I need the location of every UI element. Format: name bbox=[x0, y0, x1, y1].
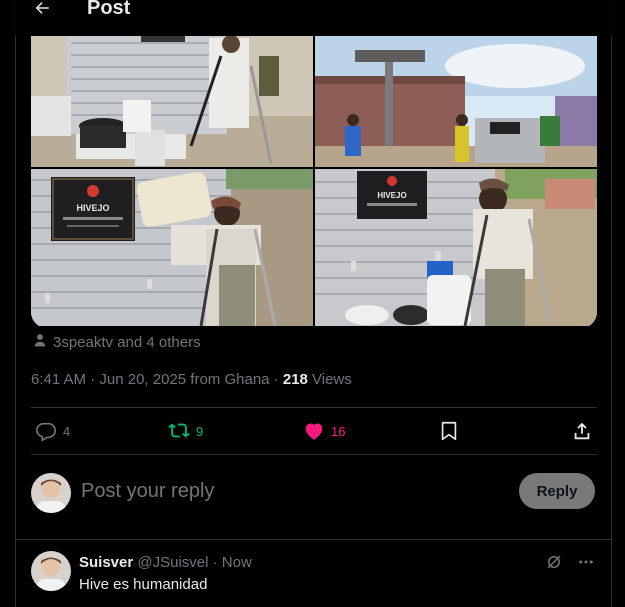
reply-post[interactable]: Suisver @JSuisvel · Now Hive es humanida… bbox=[31, 549, 597, 607]
divider bbox=[31, 454, 597, 455]
reply-author-name[interactable]: Suisver bbox=[79, 554, 133, 571]
photo-1[interactable] bbox=[31, 36, 313, 167]
photo-3[interactable]: HIVEJO bbox=[31, 169, 313, 326]
meta-separator: · bbox=[269, 371, 283, 388]
post-date: Jun 20, 2025 from Ghana bbox=[99, 371, 270, 388]
reply-author-handle[interactable]: @JSuisvel · Now bbox=[137, 554, 251, 571]
views-count: 218 bbox=[282, 371, 308, 388]
share-action[interactable] bbox=[571, 409, 593, 453]
bookmark-action[interactable] bbox=[438, 409, 460, 453]
tagged-text: 3speaktv and 4 others bbox=[53, 333, 201, 351]
avatar[interactable] bbox=[31, 473, 71, 513]
comment-icon bbox=[35, 420, 57, 442]
photo-4[interactable]: HIVEJO bbox=[315, 169, 597, 326]
post-time[interactable]: 6:41 AM bbox=[31, 371, 86, 388]
like-count: 16 bbox=[331, 423, 346, 439]
divider bbox=[15, 539, 612, 540]
repost-count: 9 bbox=[196, 423, 204, 439]
page-title: Post bbox=[87, 0, 131, 19]
back-button[interactable] bbox=[28, 0, 56, 20]
reply-composer: Reply bbox=[31, 470, 597, 516]
tagged-users[interactable]: 3speaktv and 4 others bbox=[33, 333, 201, 351]
person-icon bbox=[33, 333, 47, 351]
svg-text:HIVEJO: HIVEJO bbox=[377, 191, 406, 200]
divider bbox=[31, 407, 597, 408]
media-grid: HIVEJO HIVEJO bbox=[31, 36, 597, 328]
svg-text:HIVEJO: HIVEJO bbox=[76, 203, 109, 213]
reply-input[interactable] bbox=[81, 480, 481, 503]
reply-action[interactable]: 4 bbox=[35, 409, 70, 453]
reply-button[interactable]: Reply bbox=[519, 473, 595, 509]
grok-icon[interactable] bbox=[545, 553, 563, 576]
views-label: Views bbox=[307, 371, 352, 388]
meta-separator: · bbox=[86, 371, 100, 388]
share-icon bbox=[571, 420, 593, 442]
action-bar: 4 9 16 bbox=[31, 409, 597, 453]
post-meta: 6:41 AM · Jun 20, 2025 from Ghana · 218 … bbox=[31, 371, 352, 388]
arrow-left-icon bbox=[33, 0, 51, 22]
photo-2[interactable] bbox=[315, 36, 597, 167]
repost-icon bbox=[168, 420, 190, 442]
top-bar: Post bbox=[0, 0, 625, 36]
bookmark-icon bbox=[438, 420, 460, 442]
more-icon[interactable] bbox=[577, 553, 595, 576]
reply-text: Hive es humanidad bbox=[79, 576, 208, 593]
like-action[interactable]: 16 bbox=[303, 409, 345, 453]
avatar[interactable] bbox=[31, 551, 71, 591]
heart-icon bbox=[303, 420, 325, 442]
reply-count: 4 bbox=[63, 423, 71, 439]
reply-header: Suisver @JSuisvel · Now bbox=[79, 554, 252, 571]
reply-tools bbox=[545, 553, 595, 576]
repost-action[interactable]: 9 bbox=[168, 409, 203, 453]
